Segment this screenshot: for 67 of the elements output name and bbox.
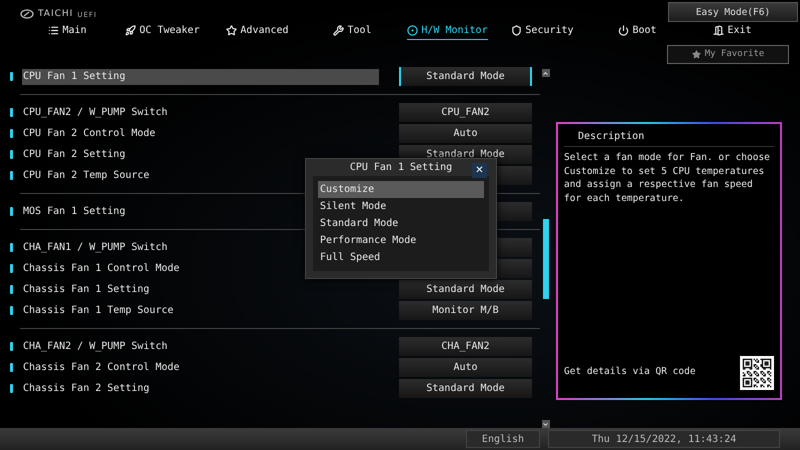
- setting-label[interactable]: CPU Fan 2 Setting: [22, 146, 379, 162]
- scrollbar-thumb[interactable]: [542, 219, 548, 299]
- setting-value[interactable]: Auto: [399, 124, 532, 143]
- setting-label[interactable]: Chassis Fan 2 Setting: [22, 380, 379, 396]
- setting-value[interactable]: Monitor M/B: [399, 301, 532, 320]
- setting-value[interactable]: CHA_FAN2: [399, 337, 532, 356]
- bullet-mark: [10, 384, 13, 393]
- brand-name: TAICHI: [38, 8, 74, 18]
- bullet-mark: [10, 243, 13, 252]
- menu-tab[interactable]: Advanced: [226, 22, 289, 40]
- description-title: Description: [564, 128, 774, 147]
- bullet-mark: [10, 108, 13, 117]
- bullet-mark: [10, 264, 13, 273]
- dialog-option[interactable]: Customize: [318, 181, 484, 198]
- scroll-down-button[interactable]: [542, 420, 550, 428]
- qr-caption: Get details via QR code: [564, 366, 696, 377]
- date-time: Thu 12/15/2022, 11:43:24: [548, 430, 780, 448]
- setting-label[interactable]: CHA_FAN2 / W_PUMP Switch: [22, 338, 379, 354]
- easy-mode-button[interactable]: Easy Mode(F6): [668, 2, 798, 22]
- list-icon: [48, 25, 60, 36]
- setting-value[interactable]: Standard Mode: [399, 67, 532, 86]
- bullet-mark: [10, 150, 13, 159]
- bullet-mark: [10, 306, 13, 315]
- bullet-mark: [10, 285, 13, 294]
- setting-value[interactable]: CPU_FAN2: [399, 103, 532, 122]
- bullet-mark: [10, 363, 13, 372]
- language-button[interactable]: English: [466, 430, 540, 448]
- bullet-mark: [10, 342, 13, 351]
- dialog-option[interactable]: Full Speed: [318, 249, 484, 266]
- setting-label[interactable]: Chassis Fan 1 Temp Source: [22, 302, 379, 318]
- dialog-option[interactable]: Silent Mode: [318, 198, 484, 215]
- ring-icon: [407, 25, 418, 36]
- menu-tab[interactable]: Boot: [618, 22, 657, 40]
- dialog-option[interactable]: Standard Mode: [318, 215, 484, 232]
- favorite-button[interactable]: My Favorite: [667, 44, 789, 64]
- setting-value[interactable]: Auto: [399, 358, 532, 377]
- menu-tab[interactable]: Tool: [333, 22, 372, 40]
- logo-icon: [20, 8, 34, 18]
- menu-tab[interactable]: OC Tweaker: [125, 22, 200, 40]
- power-icon: [618, 25, 630, 36]
- dialog-option[interactable]: Performance Mode: [318, 232, 484, 249]
- menu-tab[interactable]: Exit: [713, 22, 752, 40]
- setting-label[interactable]: Chassis Fan 1 Setting: [22, 282, 379, 298]
- bullet-mark: [10, 207, 13, 216]
- setting-label[interactable]: CPU Fan 1 Setting: [22, 68, 379, 84]
- shield-icon: [511, 25, 522, 36]
- setting-label[interactable]: CPU_FAN2 / W_PUMP Switch: [22, 104, 379, 120]
- menu-tab[interactable]: H/W Monitor: [407, 22, 488, 40]
- setting-value[interactable]: Standard Mode: [399, 280, 532, 299]
- star-icon: [692, 50, 701, 58]
- close-button[interactable]: ✕: [472, 163, 487, 178]
- door-icon: [713, 25, 724, 36]
- wrench-icon: [333, 25, 344, 36]
- scroll-up-button[interactable]: [542, 69, 550, 77]
- bullet-mark: [10, 129, 13, 138]
- bullet-mark: [10, 72, 13, 81]
- qr-code: [740, 356, 774, 390]
- star-icon: [226, 25, 238, 36]
- setting-label[interactable]: CPU Fan 2 Control Mode: [22, 126, 379, 142]
- bullet-mark: [10, 171, 13, 180]
- setting-label[interactable]: Chassis Fan 2 Control Mode: [22, 360, 379, 376]
- setting-value[interactable]: Standard Mode: [399, 379, 532, 398]
- dialog-title: CPU Fan 1 Setting: [350, 162, 452, 173]
- menu-tab[interactable]: Security: [511, 22, 574, 40]
- menu-tab[interactable]: Main: [48, 22, 87, 40]
- description-text: Select a fan mode for Fan. or choose Customize to set 5 CPU temperatures and assign a respective fan speed for each temperature.: [564, 151, 771, 206]
- rocket-icon: [125, 25, 136, 36]
